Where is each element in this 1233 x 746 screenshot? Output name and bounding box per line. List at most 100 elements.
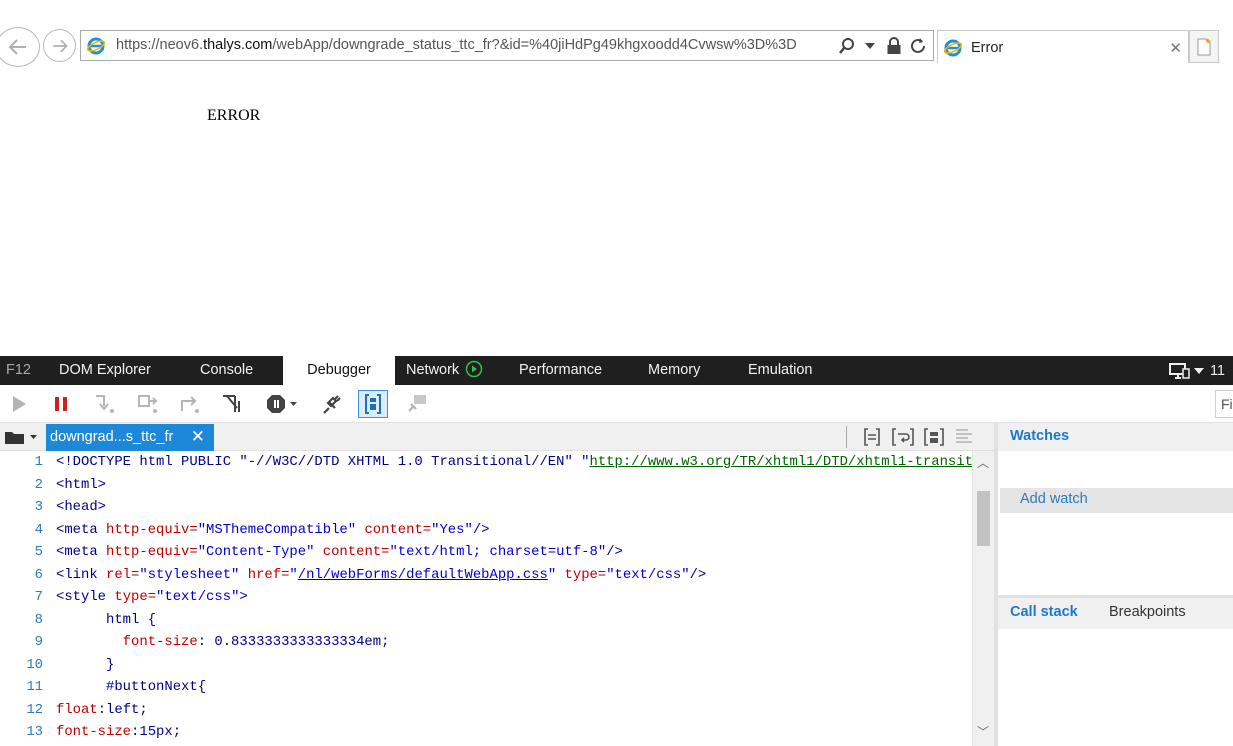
chevron-down-icon[interactable] [860, 36, 880, 56]
code-line-5-text: <meta http-equiv="Content-Type" content=… [56, 544, 623, 560]
url-path: /webApp/downgrade_status_ttc_fr?&id=%40j… [272, 37, 797, 53]
line-number: 11 [26, 679, 43, 695]
url-domain: thalys.com [203, 37, 273, 53]
code-line[interactable]: 6 <link rel="stylesheet" href="/nl/webFor… [14, 564, 707, 587]
pretty-print-button[interactable] [358, 390, 388, 418]
code-line[interactable]: 12 float:left; [14, 699, 148, 722]
just-my-code-icon [408, 395, 426, 412]
open-document-button[interactable] [4, 429, 38, 450]
code-vertical-scrollbar[interactable]: ︿ ﹀ [972, 451, 994, 746]
lock-icon[interactable] [884, 36, 904, 56]
tab-console[interactable]: Console [200, 356, 253, 385]
exception-behavior-button[interactable] [264, 390, 300, 418]
stop-octagon-icon [267, 395, 297, 413]
toggle-breakpoint-button[interactable] [859, 426, 885, 448]
page-error-text: ERROR [207, 107, 261, 124]
tab-dom-explorer[interactable]: DOM Explorer [59, 356, 151, 385]
code-line-6-text: <link rel="stylesheet" href="/nl/webForm… [56, 566, 707, 583]
code-line-1-text: <!DOCTYPE html PUBLIC "-//W3C//DTD XHTML… [56, 454, 994, 470]
step-into-button[interactable] [90, 390, 120, 418]
code-editor[interactable]: 1 <!DOCTYPE html PUBLIC "-//W3C//DTD XHTM… [0, 451, 994, 746]
code-line[interactable]: 4 <meta http-equiv="MSThemeCompatible" co… [14, 519, 490, 542]
tab-debugger[interactable]: Debugger [283, 356, 395, 385]
close-icon[interactable]: ✕ [1169, 39, 1182, 57]
add-watch-button[interactable]: Add watch [1000, 488, 1233, 513]
continue-button[interactable] [4, 390, 34, 418]
ie-logo-icon [943, 39, 963, 62]
tab-emulation[interactable]: Emulation [748, 356, 812, 385]
url-text[interactable]: https://neov6.thalys.com/webApp/downgrad… [116, 37, 797, 53]
chevron-up-icon[interactable]: ︿ [977, 454, 989, 471]
search-icon[interactable] [837, 36, 857, 56]
break-on-new-worker-button[interactable] [218, 390, 248, 418]
new-tab-icon [1197, 37, 1211, 55]
url-prefix: https://neov6. [116, 37, 204, 53]
line-number: 6 [34, 566, 43, 583]
code-line-12-text: float:left; [56, 701, 148, 718]
plug-icon [323, 395, 341, 414]
ie-logo-icon [86, 37, 106, 60]
find-input[interactable]: Fi [1215, 390, 1233, 418]
new-tab-button[interactable] [1189, 30, 1219, 63]
code-line[interactable]: 5 <meta http-equiv="Content-Type" content… [14, 541, 623, 564]
tab-performance[interactable]: Performance [519, 356, 602, 385]
document-mode-selector[interactable]: 11 [1168, 356, 1233, 385]
tab-network-label: Network [406, 362, 460, 378]
callstack-breakpoints-header: Call stack Breakpoints [998, 595, 1233, 629]
code-line[interactable]: 1 <!DOCTYPE html PUBLIC "-//W3C//DTD XHTM… [14, 451, 994, 474]
line-number: 2 [34, 476, 43, 493]
file-tools [846, 426, 978, 448]
tab-breakpoints[interactable]: Breakpoints [1109, 604, 1186, 620]
code-line[interactable]: 11 #buttonNext{ [14, 676, 206, 699]
word-wrap-icon [892, 428, 914, 446]
disconnect-debugger-button[interactable] [317, 390, 347, 418]
debugger-toolbar: Fi [0, 385, 1233, 423]
break-on-new-worker-icon [223, 395, 240, 412]
line-number: 10 [26, 656, 43, 673]
list-icon [956, 429, 972, 443]
browser-tab[interactable]: Error ✕ [937, 30, 1189, 63]
disabled-tool-button[interactable] [952, 426, 978, 448]
debugger-side-panels: Watches Add watch Call stack Breakpoints [994, 423, 1233, 746]
source-map-icon [924, 428, 944, 446]
line-number: 9 [34, 634, 43, 650]
code-line-13-text: font-size:15px; [56, 724, 182, 740]
code-line[interactable]: 2 <html> [14, 474, 106, 497]
code-text: <head> [56, 499, 107, 515]
tab-memory[interactable]: Memory [648, 356, 700, 385]
code-line[interactable]: 3 <head> [14, 496, 106, 519]
tab-call-stack[interactable]: Call stack [1010, 604, 1078, 620]
code-line[interactable]: 10 } [14, 654, 114, 677]
tab-f12[interactable]: F12 [6, 356, 31, 385]
word-wrap-button[interactable] [890, 426, 916, 448]
line-number: 4 [34, 521, 43, 538]
watches-title[interactable]: Watches [1010, 428, 1069, 444]
pause-icon [55, 397, 67, 411]
code-line[interactable]: 7 <style type="text/css"> [14, 586, 248, 609]
braces-icon [365, 394, 381, 414]
forward-button[interactable] [43, 29, 76, 62]
chevron-down-icon[interactable]: ﹀ [977, 723, 989, 740]
step-out-button[interactable] [175, 390, 205, 418]
document-mode-value: 11 [1209, 362, 1225, 379]
back-button[interactable] [0, 27, 40, 67]
break-button[interactable] [46, 390, 76, 418]
browser-chrome: https://neov6.thalys.com/webApp/downgrad… [0, 0, 1233, 70]
play-icon [13, 396, 26, 412]
tab-network[interactable]: Network [406, 356, 483, 385]
just-my-code-button[interactable] [402, 390, 432, 418]
line-number: 8 [34, 611, 43, 628]
scrollbar-thumb[interactable] [977, 491, 990, 546]
code-line[interactable]: 9 font-size: 0.8333333333333334em; [14, 631, 390, 654]
code-line[interactable]: 8 html { [14, 609, 156, 632]
source-map-button[interactable] [921, 426, 947, 448]
refresh-icon[interactable] [908, 36, 928, 56]
code-line-7-text: <style type="text/css"> [56, 589, 248, 605]
file-tab[interactable]: downgrad...s_ttc_fr ✕ [46, 424, 214, 451]
code-line[interactable]: 13 font-size:15px; [14, 721, 181, 744]
address-bar[interactable]: https://neov6.thalys.com/webApp/downgrad… [80, 30, 934, 61]
code-text: } [56, 656, 115, 673]
close-icon[interactable]: ✕ [191, 424, 205, 450]
line-number: 12 [26, 701, 43, 718]
step-over-button[interactable] [133, 390, 163, 418]
